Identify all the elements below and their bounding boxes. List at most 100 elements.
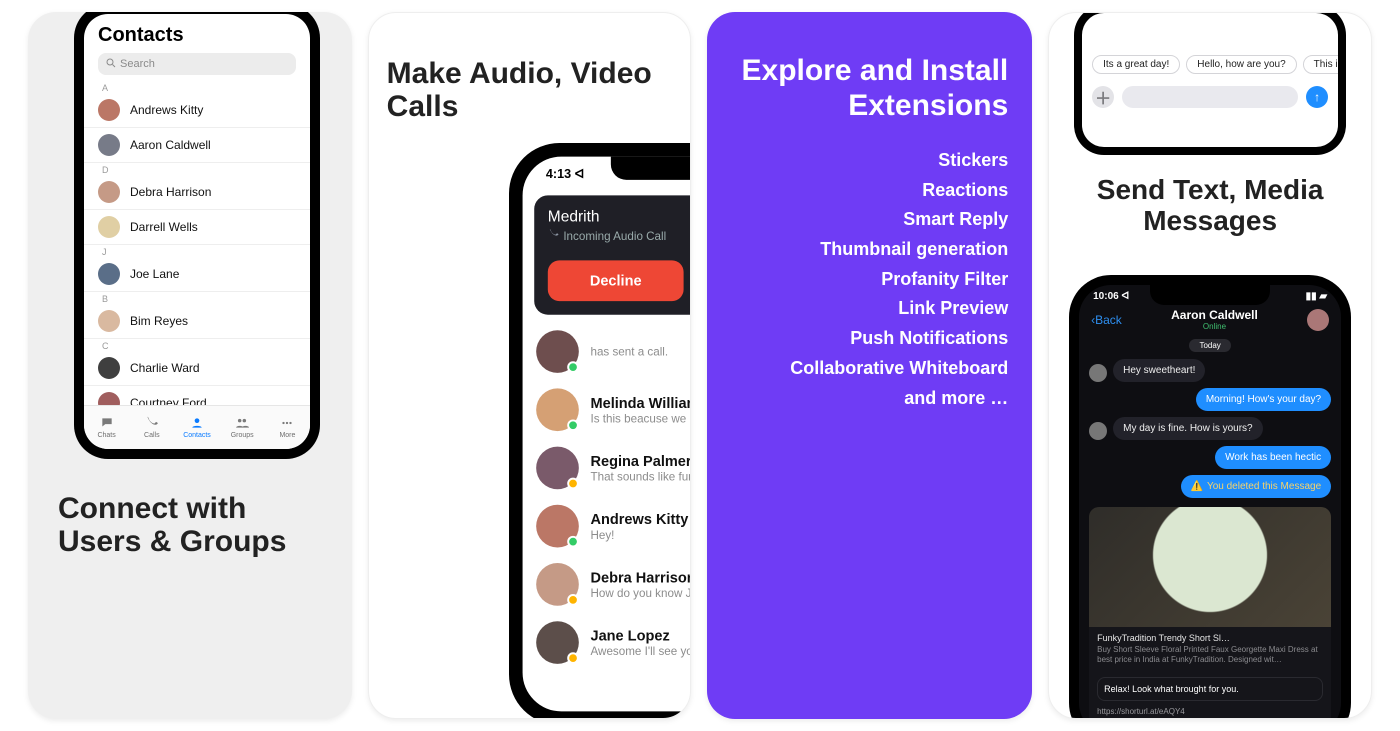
contact-name: Debra Harrison xyxy=(130,185,211,199)
chat-row[interactable]: Melinda WilliamsonIs this beacuse we lik… xyxy=(522,381,691,439)
chat-row[interactable]: Debra HarrisonHow do you know John?✓✓JAN… xyxy=(522,555,691,613)
incoming-call-sheet: Medrith Incoming Audio Call Decline Acce… xyxy=(534,195,691,314)
tab-calls[interactable]: Calls xyxy=(129,406,174,449)
chat-preview: That sounds like fun. xyxy=(590,469,691,483)
phone-frame-dark: 10:06 ᐊ ▮▮ ▰ ‹ Back Aaron Caldwell Onlin… xyxy=(1069,275,1351,719)
avatar xyxy=(98,99,120,121)
chat-title: Aaron Caldwell xyxy=(1171,308,1258,322)
search-icon xyxy=(106,58,116,71)
chat-row[interactable]: Jane LopezAwesome I'll see your soo…✓✓03… xyxy=(522,613,691,671)
tab-contacts[interactable]: Contacts xyxy=(174,406,219,449)
avatar xyxy=(98,310,120,332)
link-preview-card[interactable]: FunkyTradition Trendy Short Sl… Buy Shor… xyxy=(1089,507,1331,719)
contacts-list: AAndrews KittyAaron CaldwellDDebra Harri… xyxy=(84,81,310,421)
contact-row[interactable]: Charlie Ward xyxy=(84,351,310,386)
avatar xyxy=(536,505,579,548)
notch xyxy=(1150,285,1270,305)
chat-preview: How do you know John? xyxy=(590,586,691,600)
battery-icon: ▮▮ ▰ xyxy=(1306,291,1327,302)
contact-row[interactable]: Andrews Kitty xyxy=(84,93,310,128)
suggestion-screen: Its a great day! Hello, how are you? This … xyxy=(1082,13,1338,147)
message-input[interactable] xyxy=(1122,86,1298,108)
phone-frame-top: Its a great day! Hello, how are you? This … xyxy=(1074,12,1346,155)
card4-headline: Send Text, Media Messages xyxy=(1049,175,1371,237)
avatar xyxy=(98,134,120,156)
avatar xyxy=(98,263,120,285)
avatar xyxy=(98,216,120,238)
message-input-bar: ＋ ↑ xyxy=(1082,78,1338,116)
contact-row[interactable]: Darrell Wells xyxy=(84,210,310,245)
caller-name: Medrith xyxy=(547,209,691,226)
message-out: Morning! How's your day? xyxy=(1079,385,1341,414)
chat-row[interactable]: Andrews KittyHey!✓✓JAN 01 xyxy=(522,497,691,555)
avatar xyxy=(1089,364,1107,382)
tab-bar: Chats Calls Contacts Groups More xyxy=(84,405,310,449)
feature-item: Collaborative Whiteboard xyxy=(731,358,1008,379)
contact-name: Aaron Caldwell xyxy=(130,138,211,152)
screenshot-card-messages: Its a great day! Hello, how are you? This … xyxy=(1048,12,1372,719)
contact-row[interactable]: Debra Harrison xyxy=(84,175,310,210)
deleted-message: ⚠️ You deleted this Message xyxy=(1181,475,1332,498)
feature-item: Smart Reply xyxy=(731,209,1008,230)
avatar xyxy=(1089,422,1107,440)
card2-headline: Make Audio, Video Calls xyxy=(387,57,691,123)
contact-name: Andrews Kitty xyxy=(130,103,203,117)
contact-row[interactable]: Aaron Caldwell xyxy=(84,128,310,163)
contact-name: Darrell Wells xyxy=(130,220,198,234)
message-in: My day is fine. How is yours? xyxy=(1079,414,1341,443)
chat-name: Melinda Williamson xyxy=(590,395,691,411)
screenshot-card-calls: Make Audio, Video Calls 4:13 ᐊ ▮▮▮ Medri… xyxy=(368,12,692,719)
chat-name: Jane Lopez xyxy=(590,628,691,644)
section-letter: C xyxy=(84,339,310,351)
chat-preview: has sent a call. xyxy=(590,345,691,359)
tab-chats[interactable]: Chats xyxy=(84,406,129,449)
phone-frame: Contacts Search A Andrews Kitty Aaron Cald… xyxy=(74,12,320,459)
section-letter: A xyxy=(84,81,310,93)
avatar xyxy=(536,388,579,431)
notch xyxy=(611,157,692,180)
contacts-heading: Contacts xyxy=(84,14,310,53)
message-bubble[interactable]: My day is fine. How is yours? xyxy=(1113,417,1263,440)
contact-name: Bim Reyes xyxy=(130,314,188,328)
phone-screen: 4:13 ᐊ ▮▮▮ Medrith Incoming Audio Call D… xyxy=(522,157,691,712)
contact-name: Charlie Ward xyxy=(130,361,200,375)
feature-item: Reactions xyxy=(731,180,1008,201)
suggestion-chip[interactable]: Its a great day! xyxy=(1092,55,1180,74)
suggestion-chip[interactable]: Hello, how are you? xyxy=(1186,55,1296,74)
feature-item: Link Preview xyxy=(731,298,1008,319)
contact-row[interactable]: Bim Reyes xyxy=(84,304,310,339)
message-bubble[interactable]: Hey sweetheart! xyxy=(1113,359,1205,382)
chat-header: ‹ Back Aaron Caldwell Online xyxy=(1079,302,1341,335)
chat-row[interactable]: has sent a call. xyxy=(522,322,691,380)
chat-row[interactable]: Regina PalmerThat sounds like fun.JAN 01 xyxy=(522,439,691,497)
chat-avatar[interactable] xyxy=(1307,309,1329,331)
tab-groups[interactable]: Groups xyxy=(220,406,265,449)
chat-status: Online xyxy=(1171,322,1258,331)
message-in: Hey sweetheart! xyxy=(1079,356,1341,385)
suggestion-chip[interactable]: This is xyxy=(1303,55,1338,74)
attach-button[interactable]: ＋ xyxy=(1092,86,1114,108)
feature-item: Thumbnail generation xyxy=(731,239,1008,260)
message-bubble[interactable]: Work has been hectic xyxy=(1215,446,1331,469)
call-icon xyxy=(547,228,559,243)
dark-screen: 10:06 ᐊ ▮▮ ▰ ‹ Back Aaron Caldwell Onlin… xyxy=(1079,285,1341,719)
message-out: Work has been hectic xyxy=(1079,443,1341,472)
contact-row[interactable]: Joe Lane xyxy=(84,257,310,292)
decline-button[interactable]: Decline xyxy=(547,260,683,301)
back-button[interactable]: ‹ Back xyxy=(1091,313,1122,327)
warning-icon: ⚠️ xyxy=(1191,481,1203,492)
suggestion-chips: Its a great day! Hello, how are you? This … xyxy=(1082,51,1338,78)
phone-screen: Contacts Search A Andrews Kitty Aaron Cald… xyxy=(84,14,310,449)
search-input[interactable]: Search xyxy=(98,53,296,75)
chat-name: Regina Palmer xyxy=(590,453,691,469)
feature-item: and more … xyxy=(731,388,1008,409)
card3-headline: Explore and Install Extensions xyxy=(731,54,1008,123)
link-url: https://shorturl.at/eAQY4 xyxy=(1089,707,1331,716)
chat-list: has sent a call. Melinda WilliamsonIs thi… xyxy=(522,322,691,711)
tab-more[interactable]: More xyxy=(265,406,310,449)
message-bubble[interactable]: Morning! How's your day? xyxy=(1196,388,1331,411)
send-button[interactable]: ↑ xyxy=(1306,86,1328,108)
avatar xyxy=(98,357,120,379)
avatar xyxy=(98,181,120,203)
visit-button[interactable]: Visit xyxy=(1089,716,1331,719)
